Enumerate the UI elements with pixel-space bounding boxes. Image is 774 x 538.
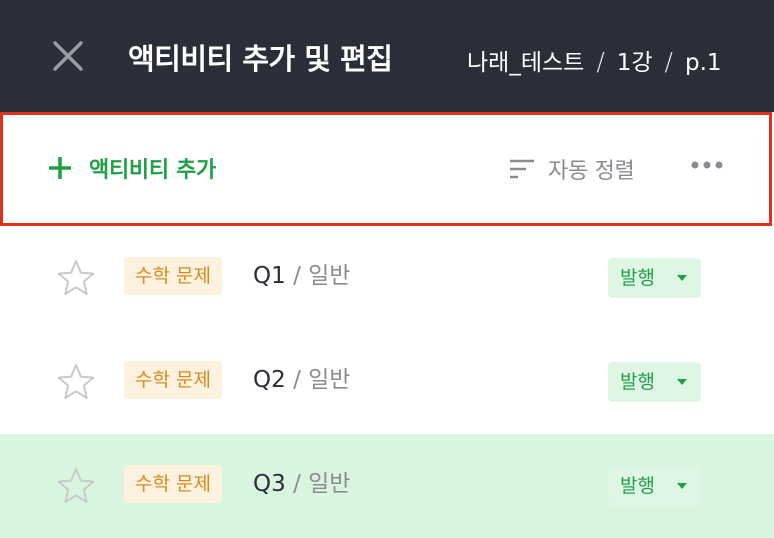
- category-tag: 수학 문제: [124, 361, 222, 399]
- auto-sort-button[interactable]: 자동 정렬: [508, 153, 635, 185]
- sort-icon: [510, 159, 534, 179]
- caret-down-icon: [677, 379, 687, 385]
- activity-separator: /: [293, 263, 301, 289]
- add-activity-button[interactable]: 액티비티 추가: [47, 152, 216, 184]
- breadcrumb-lesson[interactable]: 1강: [617, 50, 653, 76]
- status-label: 발행: [620, 267, 655, 289]
- activity-separator: /: [293, 471, 301, 497]
- star-icon[interactable]: [56, 258, 96, 298]
- status-dropdown[interactable]: 발행: [608, 362, 701, 402]
- status-label: 발행: [620, 371, 655, 393]
- activity-title: Q1 / 일반: [253, 258, 350, 294]
- activity-name: Q1: [253, 263, 286, 289]
- auto-sort-label: 자동 정렬: [548, 159, 635, 184]
- plus-icon: [49, 157, 71, 179]
- activity-title: Q3 / 일반: [253, 466, 350, 502]
- activity-row-selected[interactable]: 수학 문제 Q3 / 일반 발행: [0, 434, 774, 538]
- page-title: 액티비티 추가 및 편집: [128, 42, 393, 76]
- category-tag: 수학 문제: [124, 465, 222, 503]
- activity-separator: /: [293, 367, 301, 393]
- top-bar: 액티비티 추가 및 편집 나래_테스트 / 1강 / p.1: [0, 0, 774, 112]
- activity-type: 일반: [308, 367, 351, 393]
- activity-row[interactable]: 수학 문제 Q2 / 일반 발행: [0, 330, 774, 434]
- breadcrumb: 나래_테스트 / 1강 / p.1: [467, 43, 722, 77]
- activity-title: Q2 / 일반: [253, 362, 350, 398]
- action-bar: 액티비티 추가 자동 정렬: [0, 112, 772, 226]
- activity-name: Q2: [253, 367, 286, 393]
- breadcrumb-separator: /: [664, 47, 673, 76]
- breadcrumb-page[interactable]: p.1: [685, 50, 722, 76]
- activity-type: 일반: [308, 263, 351, 289]
- close-icon[interactable]: [50, 38, 86, 74]
- star-icon[interactable]: [56, 466, 96, 506]
- more-options-icon[interactable]: [689, 153, 725, 177]
- caret-down-icon: [677, 275, 687, 281]
- breadcrumb-course[interactable]: 나래_테스트: [467, 50, 584, 76]
- activity-name: Q3: [253, 471, 286, 497]
- star-icon[interactable]: [56, 362, 96, 402]
- activity-type: 일반: [308, 471, 351, 497]
- add-activity-label: 액티비티 추가: [89, 158, 216, 183]
- status-dropdown[interactable]: 발행: [608, 258, 701, 298]
- status-label: 발행: [620, 475, 655, 497]
- category-tag: 수학 문제: [124, 257, 222, 295]
- activity-row[interactable]: 수학 문제 Q1 / 일반 발행: [0, 226, 774, 330]
- caret-down-icon: [677, 483, 687, 489]
- status-dropdown[interactable]: 발행: [608, 466, 701, 506]
- breadcrumb-separator: /: [596, 47, 605, 76]
